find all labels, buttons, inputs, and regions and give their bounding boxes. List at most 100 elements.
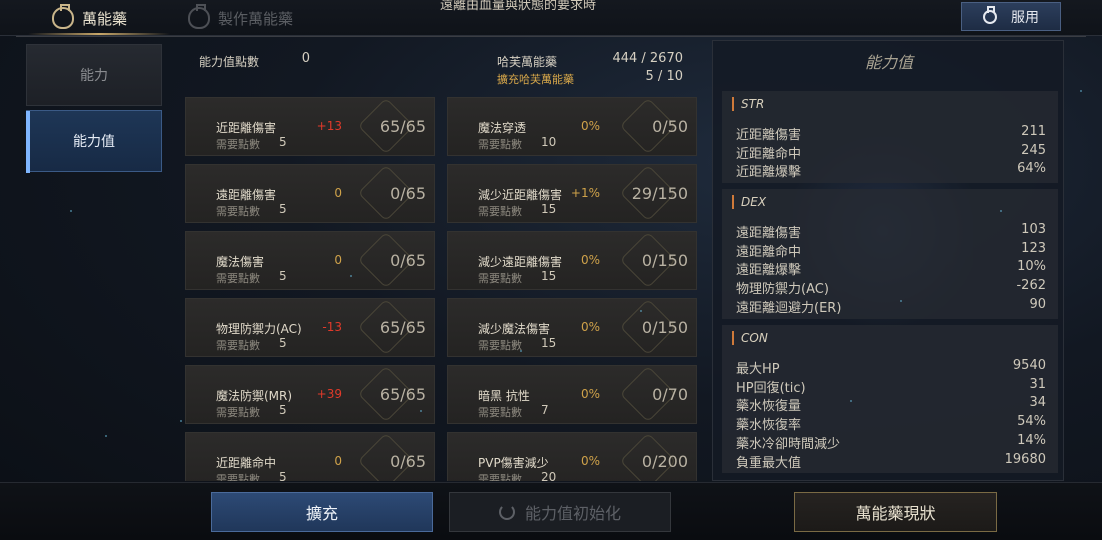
stat-row: 藥水恢復率 54% bbox=[736, 414, 1046, 433]
required-points-value: 5 bbox=[279, 403, 287, 417]
required-points-value: 5 bbox=[279, 470, 287, 481]
stat-card[interactable]: PVP傷害減少 需要點數 20 0% 0/200 bbox=[447, 432, 697, 481]
stat-name: 暗黑 抗性 bbox=[478, 389, 530, 403]
tab-elixir[interactable]: 萬能藥 bbox=[52, 4, 127, 32]
required-points-value: 15 bbox=[541, 202, 557, 216]
stats-panel-title: 能力值 bbox=[864, 53, 913, 72]
potion-icon bbox=[52, 4, 74, 29]
stat-row-label: 遠距離傷害 bbox=[736, 226, 802, 241]
elixir-value: 444 / 2670 bbox=[612, 51, 683, 66]
stat-row-value: 19680 bbox=[1004, 451, 1046, 467]
stat-name: 近距離傷害 bbox=[216, 121, 277, 135]
stat-name: 遠距離傷害 bbox=[216, 188, 277, 202]
stat-row-value: 211 bbox=[1021, 124, 1046, 139]
sparkle-particle bbox=[350, 275, 352, 277]
stat-row-value: 245 bbox=[1021, 142, 1046, 158]
required-points-label: 需要點數 bbox=[478, 138, 522, 151]
required-points-value: 15 bbox=[541, 336, 557, 350]
reset-stats-button[interactable]: 能力值初始化 bbox=[449, 492, 671, 532]
stat-ratio: 0/65 bbox=[390, 452, 426, 471]
expand-elixir-label: 擴充哈芙萬能藥 bbox=[497, 73, 574, 86]
stat-section-str: STR 近距離傷害 211 近距離命中 245 近距離爆擊 64% bbox=[722, 91, 1058, 183]
sparkle-particle bbox=[105, 435, 107, 437]
stat-row-label: 近距離命中 bbox=[736, 146, 802, 162]
stat-card[interactable]: 遠距離傷害 需要點數 5 0 0/65 bbox=[185, 164, 435, 223]
stat-row-value: 123 bbox=[1021, 240, 1046, 256]
stat-ratio: 65/65 bbox=[379, 318, 426, 337]
stat-row-label: HP回復(tic) bbox=[736, 380, 806, 396]
stat-row: 近距離命中 245 bbox=[736, 142, 1046, 162]
required-points-value: 5 bbox=[279, 135, 287, 149]
reset-label: 能力值初始化 bbox=[524, 504, 621, 523]
required-points-label: 需要點數 bbox=[216, 272, 260, 285]
stat-name: 魔法穿透 bbox=[478, 121, 527, 135]
stat-card[interactable]: 近距離命中 需要點數 5 0 0/65 bbox=[185, 432, 435, 481]
stat-card[interactable]: 近距離傷害 需要點數 5 +13 65/65 bbox=[185, 97, 435, 156]
nav-item-ability[interactable]: 能力 bbox=[26, 44, 162, 106]
stat-row: HP回復(tic) 31 bbox=[736, 377, 1046, 396]
nav-item-label: 能力值 bbox=[73, 134, 115, 150]
stat-row-value: 34 bbox=[1029, 395, 1046, 411]
section-title: STR bbox=[732, 97, 764, 111]
stat-row-value: 10% bbox=[1017, 259, 1046, 275]
stat-section-con: CON 最大HP 9540 HP回復(tic) 31 藥水恢復量 34 藥水恢復率 54% 藥水冷… bbox=[722, 325, 1058, 473]
stat-card[interactable]: 魔法傷害 需要點數 5 0 0/65 bbox=[185, 231, 435, 290]
reset-icon bbox=[498, 504, 515, 520]
required-points-label: 需要點數 bbox=[216, 205, 260, 218]
stat-row: 近距離爆擊 64% bbox=[736, 161, 1046, 181]
stat-row-label: 近距離傷害 bbox=[736, 128, 802, 143]
stat-card[interactable]: 物理防禦力(AC) 需要點數 5 -13 65/65 bbox=[185, 298, 435, 357]
stat-row-label: 遠距離命中 bbox=[736, 244, 802, 260]
stat-ratio: 65/65 bbox=[379, 117, 426, 136]
stat-card[interactable]: 減少遠距離傷害 需要點數 15 0% 0/150 bbox=[447, 231, 697, 290]
stat-ratio: 0/50 bbox=[652, 117, 688, 136]
stat-row-label: 藥水恢復量 bbox=[736, 399, 802, 415]
stat-card[interactable]: 魔法穿透 需要點數 10 0% 0/50 bbox=[447, 97, 697, 156]
stat-ratio: 0/200 bbox=[641, 452, 688, 471]
tab-craft-elixir[interactable]: 製作萬能藥 bbox=[188, 4, 293, 32]
sparkle-particle bbox=[180, 420, 182, 422]
stat-row: 藥水恢復量 34 bbox=[736, 395, 1046, 415]
sparkle-particle bbox=[70, 210, 72, 212]
required-points-label: 需要點數 bbox=[478, 272, 522, 285]
required-points-label: 需要點數 bbox=[216, 406, 260, 419]
stat-card[interactable]: 暗黑 抗性 需要點數 7 0% 0/70 bbox=[447, 365, 697, 424]
stat-row-value: 90 bbox=[1029, 296, 1046, 312]
required-points-label: 需要點數 bbox=[216, 339, 260, 352]
stat-row: 最大HP 9540 bbox=[736, 358, 1046, 377]
tab-elixir-label: 萬能藥 bbox=[82, 9, 128, 28]
divider bbox=[16, 36, 1086, 37]
required-points-label: 需要點數 bbox=[478, 205, 522, 218]
expand-button[interactable]: 擴充 bbox=[211, 492, 433, 532]
stat-card[interactable]: 減少近距離傷害 需要點數 15 +1% 29/150 bbox=[447, 164, 697, 223]
stat-row: 遠距離爆擊 10% bbox=[736, 259, 1046, 278]
stat-ratio: 0/70 bbox=[652, 385, 688, 404]
required-points-value: 20 bbox=[541, 470, 557, 481]
required-points-label: 需要點數 bbox=[216, 473, 260, 481]
sparkle-particle bbox=[850, 400, 852, 402]
required-points-label: 需要點數 bbox=[216, 138, 260, 151]
section-title: CON bbox=[732, 331, 768, 345]
tab-craft-label: 製作萬能藥 bbox=[218, 9, 294, 28]
sparkle-particle bbox=[640, 310, 642, 312]
stat-row-label: 物理防禦力(AC) bbox=[736, 282, 829, 298]
required-points-value: 10 bbox=[541, 135, 557, 149]
stat-row-label: 遠距離迴避力(ER) bbox=[736, 300, 842, 316]
elixir-status-button[interactable]: 萬能藥現狀 bbox=[794, 492, 997, 532]
stat-ratio: 0/150 bbox=[641, 251, 688, 270]
required-points-value: 7 bbox=[541, 403, 549, 417]
section-title: DEX bbox=[732, 195, 766, 209]
stat-row: 遠距離傷害 103 bbox=[736, 222, 1046, 241]
points-value: 0 bbox=[301, 51, 310, 66]
stat-row: 遠距離迴避力(ER) 90 bbox=[736, 296, 1046, 316]
nav-item-stats[interactable]: 能力值 bbox=[26, 110, 162, 173]
stat-row-label: 近距離爆擊 bbox=[736, 165, 802, 181]
required-points-value: 5 bbox=[279, 202, 287, 216]
expand-elixir-value: 5 / 10 bbox=[645, 69, 683, 84]
sparkle-particle bbox=[520, 350, 522, 352]
stat-card[interactable]: 減少魔法傷害 需要點數 15 0% 0/150 bbox=[447, 298, 697, 357]
stat-card[interactable]: 魔法防禦(MR) 需要點數 5 +39 65/65 bbox=[185, 365, 435, 424]
use-button[interactable]: 服用 bbox=[961, 2, 1061, 31]
stat-row: 負重最大值 19680 bbox=[736, 451, 1046, 471]
elixir-label: 哈芙萬能藥 bbox=[497, 55, 558, 69]
